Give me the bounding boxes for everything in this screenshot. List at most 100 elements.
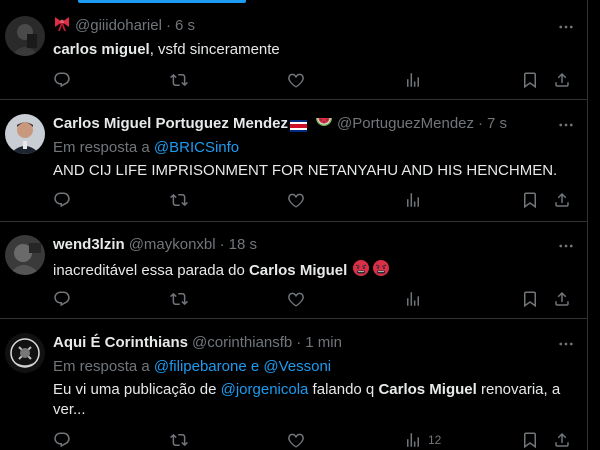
bookmark-button[interactable]	[521, 190, 539, 210]
avatar[interactable]	[5, 235, 45, 275]
like-button[interactable]	[287, 430, 305, 450]
reply-context: Em resposta a @filipebarone e @Vessoni	[53, 357, 576, 377]
reply-conjunction: e	[246, 358, 264, 375]
reply-icon	[54, 192, 70, 208]
watermelon-icon	[315, 112, 333, 136]
reply-icon	[54, 432, 70, 448]
share-button[interactable]	[553, 430, 571, 450]
tweet[interactable]: Carlos Miguel Portuguez Mendez @Portugue…	[0, 100, 588, 222]
more-options-button[interactable]	[556, 334, 576, 354]
scrollbar[interactable]	[588, 0, 600, 450]
reply-prefix: Em resposta a	[53, 358, 154, 375]
bookmark-button[interactable]	[521, 430, 539, 450]
like-button[interactable]	[287, 289, 305, 309]
costa-rica-flag-icon	[290, 118, 308, 132]
text-highlight: Carlos Miguel	[378, 381, 477, 398]
separator-dot: ·	[296, 334, 302, 351]
tweet-actions	[53, 70, 578, 90]
analytics-icon	[407, 193, 419, 207]
author-handle[interactable]: @corinthiansfb	[192, 333, 292, 353]
author-handle[interactable]: @PortuguezMendez	[337, 114, 474, 134]
reply-button[interactable]	[53, 289, 71, 309]
text-body: falando q	[308, 381, 379, 398]
like-button[interactable]	[287, 70, 305, 90]
tweet[interactable]: @giiidohariel · 6 s carlos miguel, vsfd …	[0, 3, 588, 100]
author-name[interactable]: Aqui É Corinthians	[53, 333, 188, 353]
separator-dot: ·	[165, 17, 171, 34]
bookmark-button[interactable]	[521, 70, 539, 90]
timestamp[interactable]: 18 s	[229, 235, 257, 255]
views-button[interactable]: 12	[404, 430, 441, 450]
more-options-button[interactable]	[556, 115, 576, 135]
reply-icon	[54, 72, 70, 88]
text-body: inacreditável essa parada do	[53, 261, 249, 279]
more-dots-icon	[559, 123, 573, 127]
tweet-text: AND CIJ LIFE IMPRISONMENT FOR NETANYAHU …	[53, 162, 558, 179]
reply-button[interactable]	[53, 70, 71, 90]
share-icon	[555, 291, 569, 306]
retweet-icon	[170, 292, 188, 306]
heart-icon	[288, 292, 304, 307]
bookmark-button[interactable]	[521, 289, 539, 309]
timestamp[interactable]: 6 s	[175, 16, 195, 36]
share-icon	[555, 72, 569, 87]
reply-button[interactable]	[53, 430, 71, 450]
tweet[interactable]: Aqui É Corinthians @corinthiansfb · 1 mi…	[0, 319, 588, 450]
more-options-button[interactable]	[556, 236, 576, 256]
reply-prefix: Em resposta a	[53, 139, 154, 156]
author-name[interactable]: Carlos Miguel Portuguez Mendez	[53, 114, 288, 134]
separator-dot: ·	[219, 236, 225, 253]
retweet-icon	[170, 73, 188, 87]
text-highlight: carlos miguel	[53, 41, 150, 58]
bow-emoji-icon	[53, 14, 71, 38]
author-name[interactable]: wend3lzin	[53, 235, 125, 255]
reply-to-link[interactable]: @filipebarone	[154, 358, 247, 375]
more-options-button[interactable]	[556, 17, 576, 37]
retweet-button[interactable]	[170, 70, 188, 90]
bookmark-icon	[524, 192, 536, 209]
heart-icon	[288, 73, 304, 88]
retweet-icon	[170, 433, 188, 447]
views-button[interactable]	[404, 289, 428, 309]
reply-button[interactable]	[53, 190, 71, 210]
separator-dot: ·	[478, 115, 484, 132]
retweet-icon	[170, 193, 188, 207]
analytics-icon	[407, 292, 419, 306]
retweet-button[interactable]	[170, 289, 188, 309]
analytics-icon	[407, 73, 419, 87]
reply-to-link[interactable]: @BRICSinfo	[154, 139, 239, 156]
timeline-feed: @giiidohariel · 6 s carlos miguel, vsfd …	[0, 0, 588, 450]
share-icon	[555, 192, 569, 207]
timestamp[interactable]: 1 min	[305, 333, 342, 353]
timestamp[interactable]: 7 s	[487, 114, 507, 134]
text-highlight: Carlos Miguel	[248, 261, 348, 279]
views-button[interactable]	[404, 190, 428, 210]
bookmark-icon	[524, 72, 536, 89]
author-handle[interactable]: @giiidohariel	[75, 16, 162, 36]
retweet-button[interactable]	[170, 430, 188, 450]
avatar[interactable]	[5, 16, 45, 56]
tweet-actions	[53, 289, 578, 309]
tweet-text: carlos miguel, vsfd sinceramente	[53, 40, 576, 60]
avatar[interactable]	[5, 114, 45, 154]
tweet-text: inacreditável essa parada do Carlos Migu…	[53, 259, 576, 283]
share-icon	[555, 432, 569, 447]
views-button[interactable]	[404, 70, 428, 90]
tweet-actions: 12	[53, 430, 578, 450]
avatar[interactable]	[5, 333, 45, 373]
share-button[interactable]	[553, 289, 571, 309]
retweet-button[interactable]	[170, 190, 188, 210]
more-dots-icon	[559, 244, 573, 248]
text-body: , vsfd sinceramente	[149, 41, 280, 58]
bookmark-icon	[524, 432, 536, 449]
share-button[interactable]	[553, 190, 571, 210]
tweet[interactable]: wend3lzin @maykonxbl · 18 s inacreditáve…	[0, 222, 588, 319]
analytics-icon	[407, 433, 419, 447]
share-button[interactable]	[553, 70, 571, 90]
author-handle[interactable]: @maykonxbl	[129, 235, 216, 255]
angry-face-icon	[372, 259, 390, 283]
bookmark-icon	[524, 291, 536, 308]
mention-link[interactable]: @jorgenicola	[221, 381, 309, 398]
reply-to-link[interactable]: @Vessoni	[263, 358, 331, 375]
like-button[interactable]	[287, 190, 305, 210]
